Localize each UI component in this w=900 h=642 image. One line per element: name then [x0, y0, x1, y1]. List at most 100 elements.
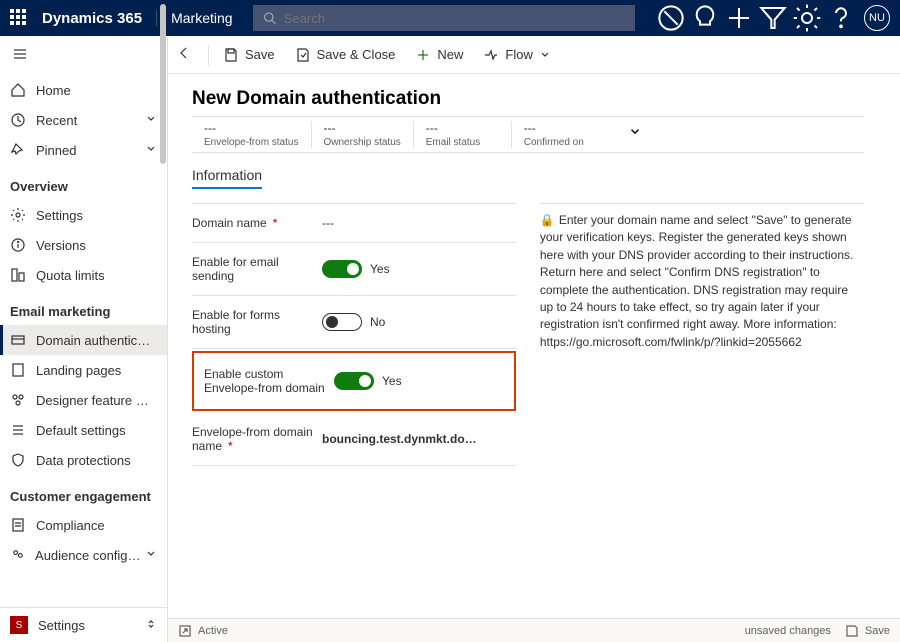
- save-close-button[interactable]: Save & Close: [295, 47, 396, 63]
- area-label: Settings: [38, 618, 85, 633]
- area-switcher[interactable]: S Settings: [0, 607, 167, 642]
- chevron-down-icon[interactable]: [628, 125, 642, 144]
- highlight-custom-envelope: Enable custom Envelope-from domain Yes: [192, 351, 516, 411]
- info-icon: [10, 237, 26, 253]
- sidebar-item-label: Recent: [36, 113, 145, 128]
- flow-button[interactable]: Flow: [483, 47, 550, 63]
- chevron-updown-icon: [145, 618, 157, 633]
- audience-icon: [10, 547, 25, 563]
- save-icon: [223, 47, 239, 63]
- cmd-label: Save & Close: [317, 47, 396, 62]
- sidebar-item-label: Landing pages: [36, 363, 157, 378]
- status-envelope-from: --- Envelope-from status: [192, 121, 312, 148]
- chevron-down-icon: [145, 143, 157, 158]
- sidebar-item-label: Default settings: [36, 423, 157, 438]
- help-text: Enter your domain name and select "Save"…: [540, 213, 853, 349]
- popout-icon[interactable]: [178, 624, 192, 638]
- hamburger-icon[interactable]: [0, 36, 167, 75]
- lightbulb-icon[interactable]: [690, 0, 720, 36]
- sidebar-item-recent[interactable]: Recent: [0, 105, 167, 135]
- sidebar-item-domain-auth[interactable]: Domain authentic…: [0, 325, 167, 355]
- tab-information[interactable]: Information: [192, 167, 262, 189]
- status-row: --- Envelope-from status --- Ownership s…: [192, 116, 864, 153]
- sidebar-item-designer-feature[interactable]: Designer feature …: [0, 385, 167, 415]
- footer-save-label[interactable]: Save: [865, 625, 890, 637]
- plus-icon: [415, 47, 431, 63]
- module-label[interactable]: Marketing: [156, 10, 246, 26]
- page-title: New Domain authentication: [192, 88, 864, 110]
- save-close-icon: [295, 47, 311, 63]
- sidebar-item-label: Designer feature …: [36, 393, 157, 408]
- cmd-label: Save: [245, 47, 275, 62]
- sidebar-item-label: Audience configur…: [35, 548, 145, 563]
- chevron-down-icon: [539, 49, 551, 61]
- back-button[interactable]: [176, 45, 204, 64]
- sidebar-item-settings[interactable]: Settings: [0, 200, 167, 230]
- toggle-enable-email[interactable]: [322, 260, 362, 278]
- page-body: New Domain authentication --- Envelope-f…: [168, 74, 900, 642]
- help-panel: 🔒Enter your domain name and select "Save…: [540, 203, 864, 466]
- sidebar-section-email-marketing: Email marketing: [0, 290, 167, 325]
- status-footer: Active unsaved changes Save: [168, 618, 900, 642]
- save-icon[interactable]: [845, 624, 859, 638]
- filter-icon[interactable]: [758, 0, 788, 36]
- sidebar-item-audience-config[interactable]: Audience configur…: [0, 540, 167, 570]
- sidebar-item-label: Domain authentic…: [36, 333, 157, 348]
- chevron-down-icon: [145, 113, 157, 128]
- plus-icon[interactable]: [724, 0, 754, 36]
- field-envelope-domain[interactable]: Envelope-from domain name* bouncing.test…: [192, 413, 516, 466]
- compliance-icon: [10, 517, 26, 533]
- sidebar-item-compliance[interactable]: Compliance: [0, 510, 167, 540]
- flow-icon: [483, 47, 499, 63]
- sidebar-item-label: Compliance: [36, 518, 157, 533]
- sidebar-item-data-protections[interactable]: Data protections: [0, 445, 167, 475]
- sidebar-section-customer-engagement: Customer engagement: [0, 475, 167, 510]
- unsaved-label: unsaved changes: [745, 625, 831, 637]
- command-bar: Save Save & Close New Flow: [168, 36, 900, 74]
- designer-icon: [10, 392, 26, 408]
- quota-icon: [10, 267, 26, 283]
- lock-icon: 🔒: [540, 213, 555, 227]
- brand-label: Dynamics 365: [42, 10, 142, 27]
- field-enable-custom-envelope[interactable]: Enable custom Envelope-from domain Yes: [198, 361, 510, 401]
- save-button[interactable]: Save: [223, 47, 275, 63]
- sidebar-section-overview: Overview: [0, 165, 167, 200]
- domain-icon: [10, 332, 26, 348]
- sidebar-item-label: Quota limits: [36, 268, 157, 283]
- status-ownership: --- Ownership status: [312, 121, 414, 148]
- field-domain-name[interactable]: Domain name* ---: [192, 203, 516, 243]
- sidebar-scrollbar[interactable]: [160, 4, 166, 164]
- app-launcher-icon[interactable]: [10, 9, 28, 27]
- sidebar-item-label: Data protections: [36, 453, 157, 468]
- sidebar-item-label: Pinned: [36, 143, 145, 158]
- new-button[interactable]: New: [415, 47, 463, 63]
- global-topbar: Dynamics 365 Marketing NU: [0, 0, 900, 36]
- content-area: Save Save & Close New Flow New Domain au…: [168, 36, 900, 642]
- field-enable-email[interactable]: Enable for email sending Yes: [192, 243, 516, 296]
- top-actions: NU: [656, 0, 900, 36]
- sidebar-item-quota[interactable]: Quota limits: [0, 260, 167, 290]
- home-icon: [10, 82, 26, 98]
- toggle-custom-envelope[interactable]: [334, 372, 374, 390]
- search-icon: [263, 11, 276, 25]
- cmd-label: Flow: [505, 47, 532, 62]
- sidebar-item-versions[interactable]: Versions: [0, 230, 167, 260]
- sidebar-item-home[interactable]: Home: [0, 75, 167, 105]
- sidebar-item-pinned[interactable]: Pinned: [0, 135, 167, 165]
- sidebar-item-label: Settings: [36, 208, 157, 223]
- assistant-icon[interactable]: [656, 0, 686, 36]
- global-search[interactable]: [253, 5, 635, 31]
- page-icon: [10, 362, 26, 378]
- sidebar-item-landing-pages[interactable]: Landing pages: [0, 355, 167, 385]
- gear-icon[interactable]: [792, 0, 822, 36]
- toggle-enable-forms[interactable]: [322, 313, 362, 331]
- field-value: ---: [322, 216, 334, 230]
- left-sidebar: Home Recent Pinned Overview Settings Ver…: [0, 36, 168, 642]
- form-column: Domain name* --- Enable for email sendin…: [192, 203, 516, 466]
- search-input[interactable]: [284, 11, 625, 26]
- user-avatar[interactable]: NU: [864, 5, 890, 31]
- sidebar-item-default-settings[interactable]: Default settings: [0, 415, 167, 445]
- field-enable-forms[interactable]: Enable for forms hosting No: [192, 296, 516, 349]
- help-icon[interactable]: [826, 0, 856, 36]
- clock-icon: [10, 112, 26, 128]
